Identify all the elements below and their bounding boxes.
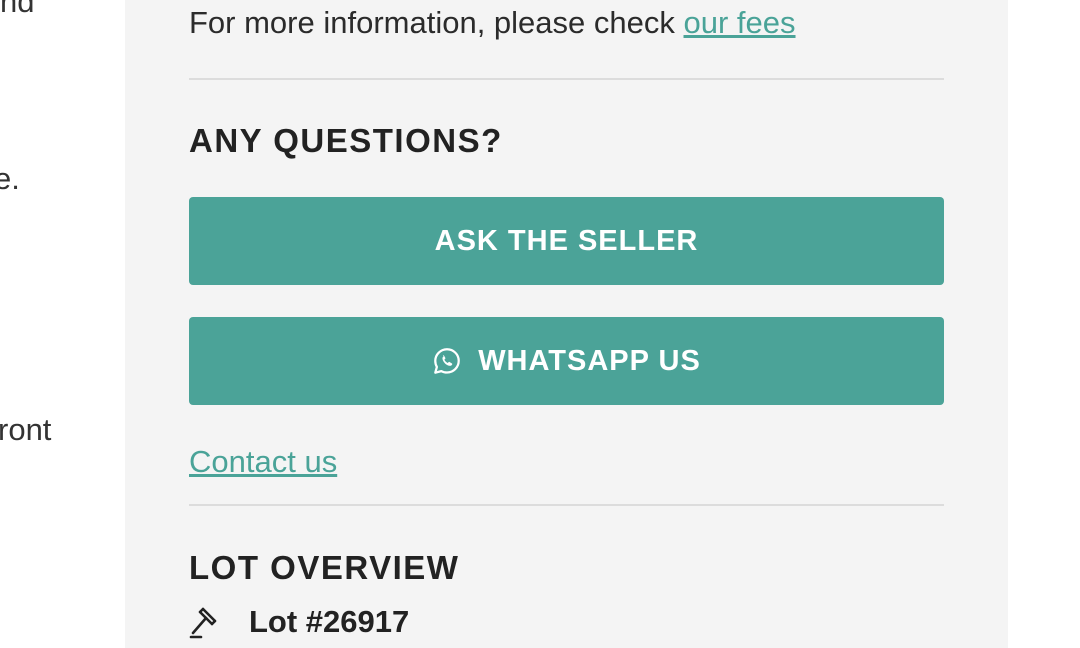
left-column-text-fragment: ront — [0, 412, 52, 447]
lot-number-row: Lot #26917 — [189, 604, 409, 640]
ask-the-seller-button[interactable]: ASK THE SELLER — [189, 197, 944, 285]
fees-info-text: For more information, please check our f… — [189, 5, 796, 41]
left-column-text-fragment: nd — [0, 0, 35, 19]
questions-heading: ANY QUESTIONS? — [189, 122, 503, 159]
our-fees-link[interactable]: our fees — [684, 5, 796, 40]
sidebar-panel: For more information, please check our f… — [125, 0, 1008, 648]
gavel-icon — [189, 607, 217, 639]
ask-the-seller-label: ASK THE SELLER — [434, 224, 699, 257]
divider — [189, 504, 944, 506]
lot-overview-heading: LOT OVERVIEW — [189, 549, 460, 586]
contact-us-link[interactable]: Contact us — [189, 444, 337, 480]
fees-info-label: For more information, please check — [189, 5, 684, 40]
page: nd e. ront For more information, please … — [0, 0, 1080, 648]
whatsapp-us-button[interactable]: WHATSAPP US — [189, 317, 944, 405]
lot-number: Lot #26917 — [249, 604, 410, 639]
divider — [189, 78, 944, 80]
left-column-text-fragment: e. — [0, 161, 20, 196]
whatsapp-icon — [434, 348, 461, 374]
whatsapp-us-label: WHATSAPP US — [478, 344, 701, 377]
